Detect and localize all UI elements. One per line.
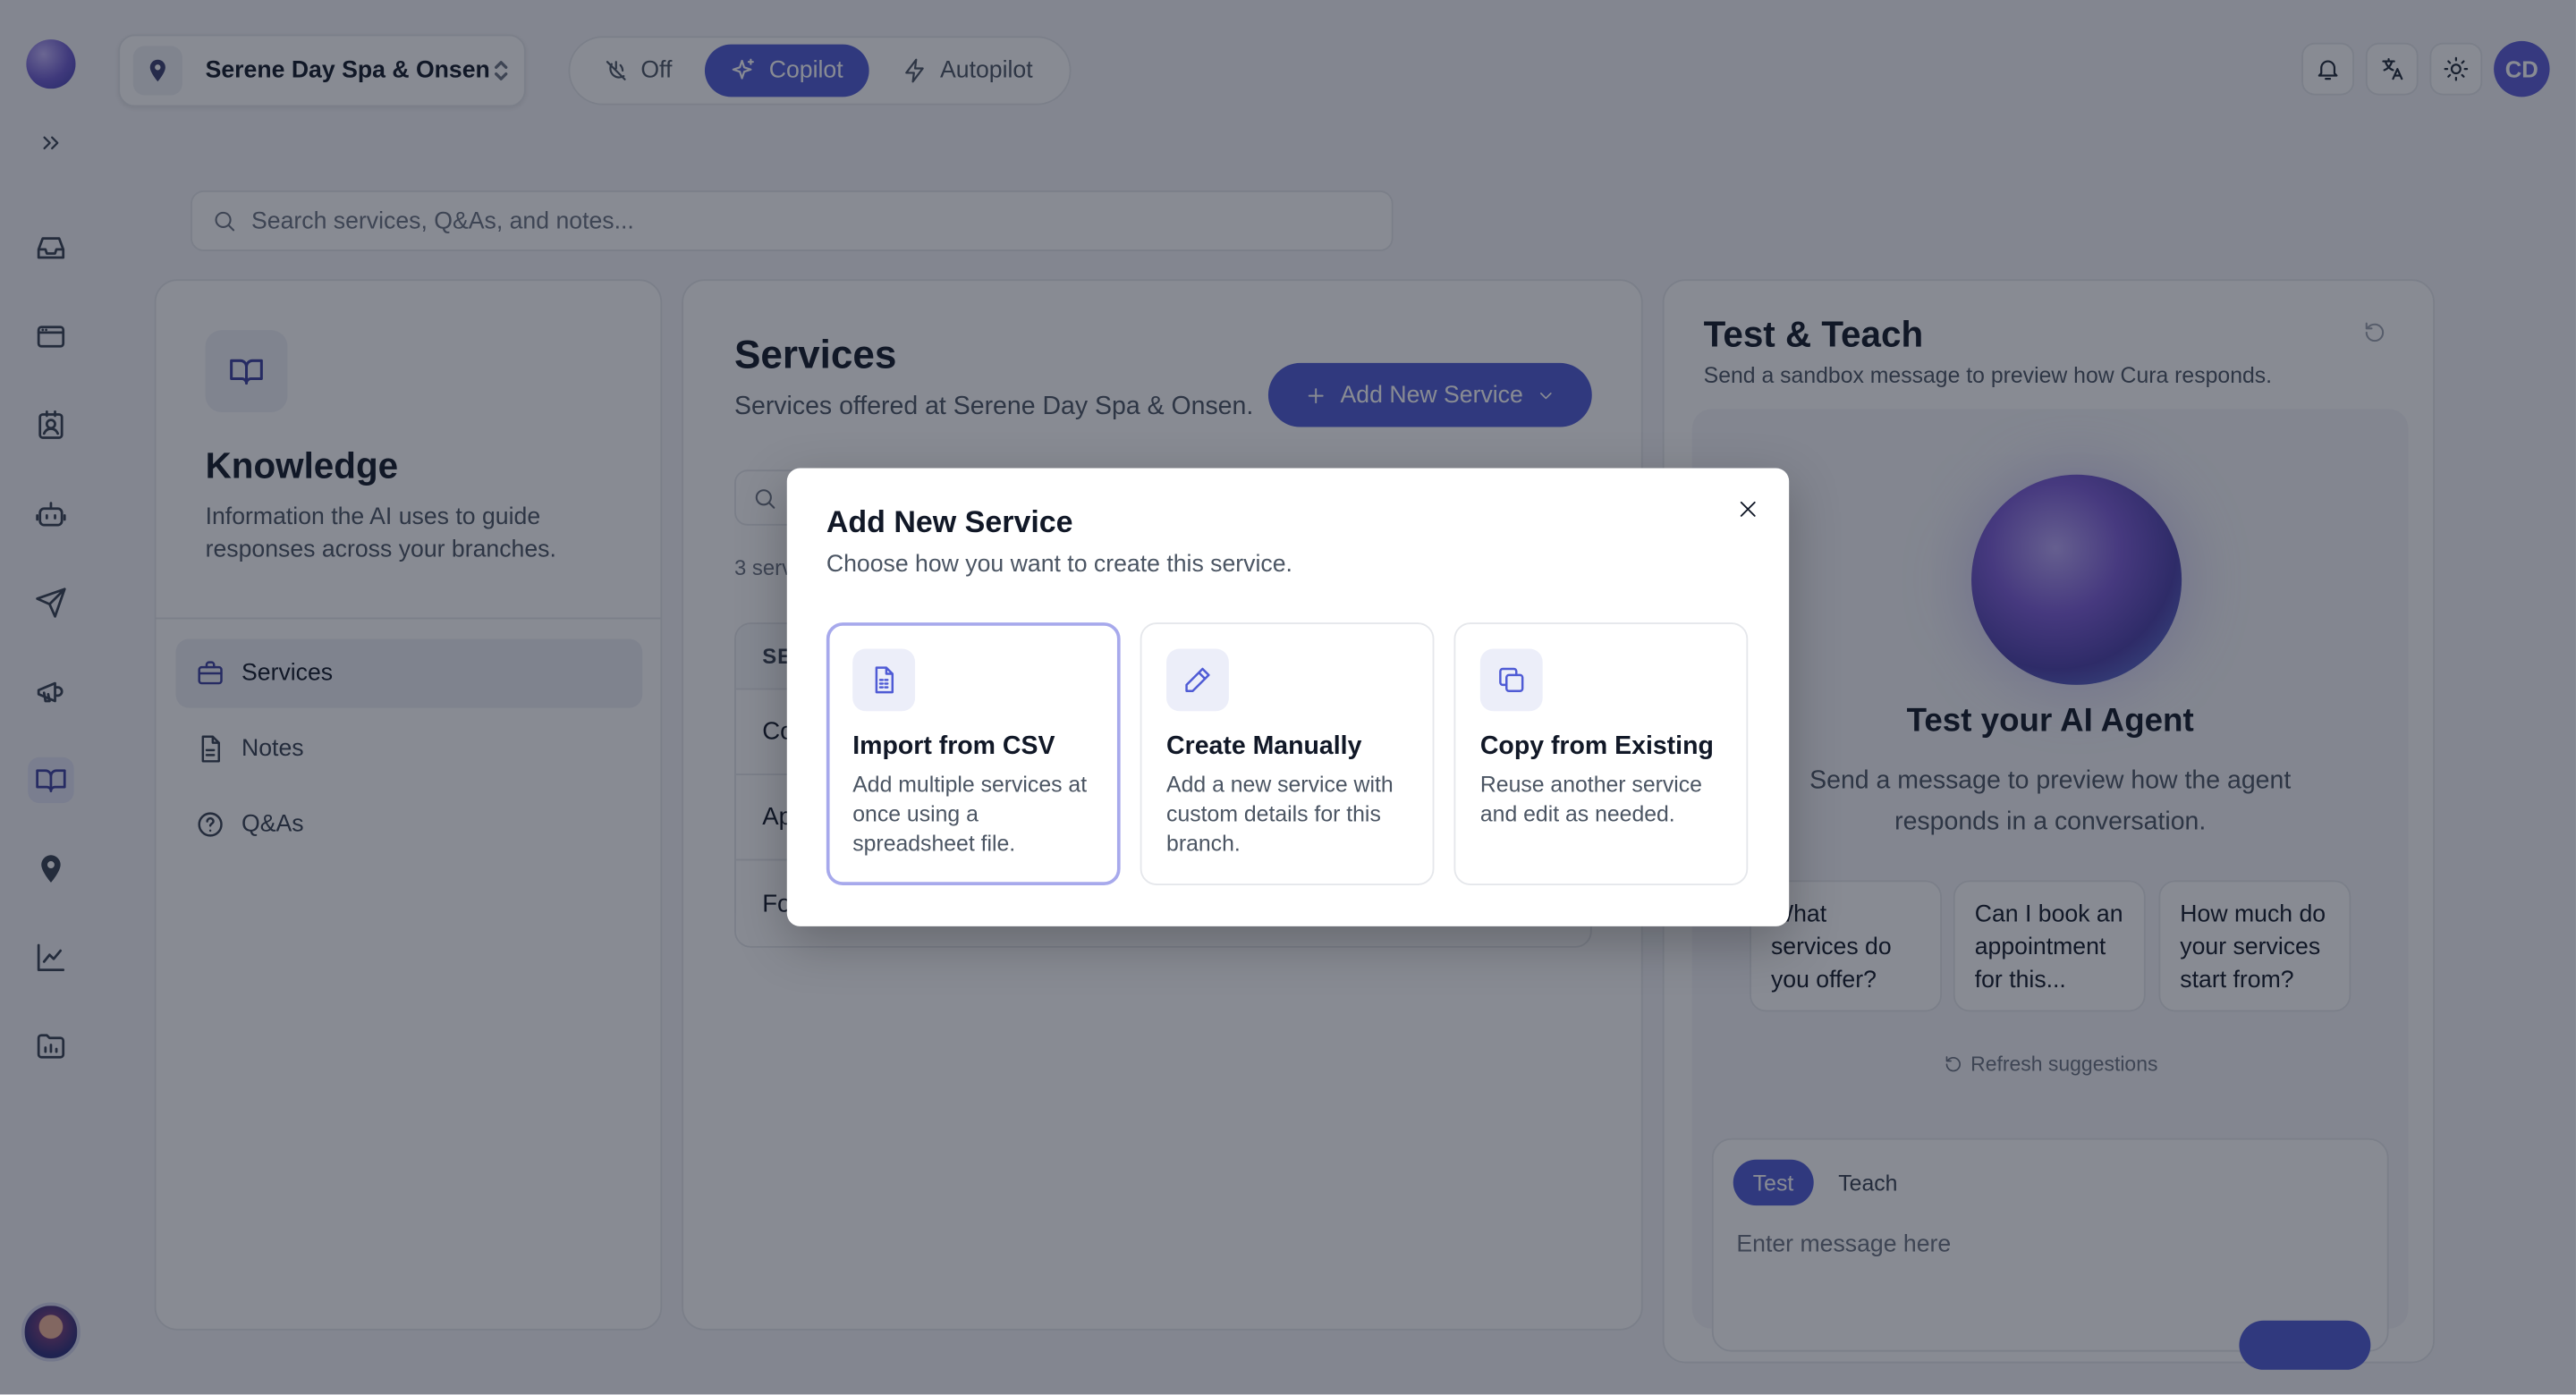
option-description: Add multiple services at once using a sp… <box>852 772 1088 856</box>
spreadsheet-file-icon <box>852 648 916 712</box>
option-title: Create Manually <box>1166 732 1362 761</box>
pencil-icon <box>1166 648 1229 712</box>
option-description: Add a new service with custom details fo… <box>1166 772 1394 856</box>
dialog-description: Choose how you want to create this servi… <box>826 552 1292 579</box>
close-icon[interactable] <box>1730 491 1766 527</box>
option-copy-existing[interactable]: Copy from Existing Reuse another service… <box>1453 622 1749 885</box>
dialog-title: Add New Service <box>826 503 1073 539</box>
add-new-service-dialog: Add New Service Choose how you want to c… <box>786 468 1790 926</box>
copy-icon <box>1479 648 1543 712</box>
option-create-manually[interactable]: Create Manually Add a new service with c… <box>1140 622 1435 885</box>
option-title: Copy from Existing <box>1479 732 1714 761</box>
option-description: Reuse another service and edit as needed… <box>1479 772 1702 826</box>
option-title: Import from CSV <box>852 732 1055 761</box>
option-import-csv[interactable]: Import from CSV Add multiple services at… <box>826 622 1121 885</box>
